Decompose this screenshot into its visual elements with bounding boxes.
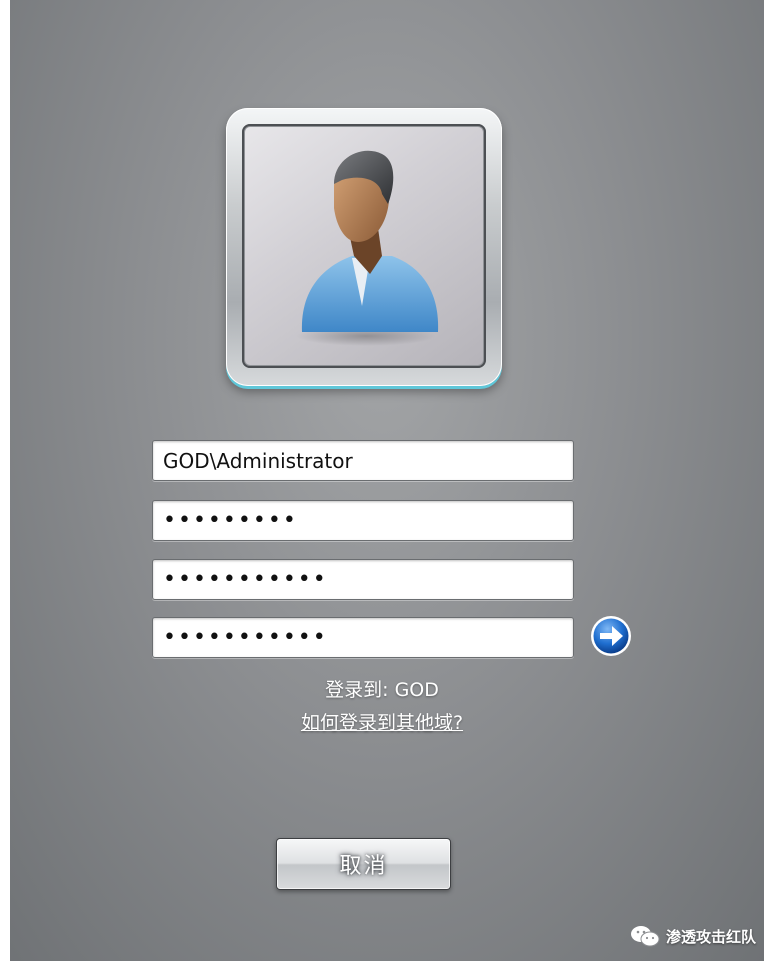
watermark-text: 渗透攻击红队 [665,927,756,946]
user-tile[interactable] [226,108,502,386]
cancel-button[interactable]: 取消 [276,838,451,890]
left-edge-strip [0,0,10,961]
password-field[interactable] [152,500,574,541]
logon-screen: 登录到: GOD 如何登录到其他域? 取消 渗透攻击红队 [0,0,764,961]
login-domain-label: 登录到: GOD [0,675,764,702]
submit-button[interactable] [583,614,641,658]
wechat-icon [630,926,660,947]
new-password-field[interactable] [152,559,574,600]
login-to-prefix: 登录到: [325,679,395,701]
confirm-password-field[interactable] [152,617,574,658]
username-field[interactable] [152,440,574,481]
user-avatar-icon [242,124,486,368]
watermark: 渗透攻击红队 [630,920,756,952]
arrow-right-icon [591,616,631,656]
domain-name: GOD [394,679,439,701]
other-domain-link[interactable]: 如何登录到其他域? [0,708,764,735]
